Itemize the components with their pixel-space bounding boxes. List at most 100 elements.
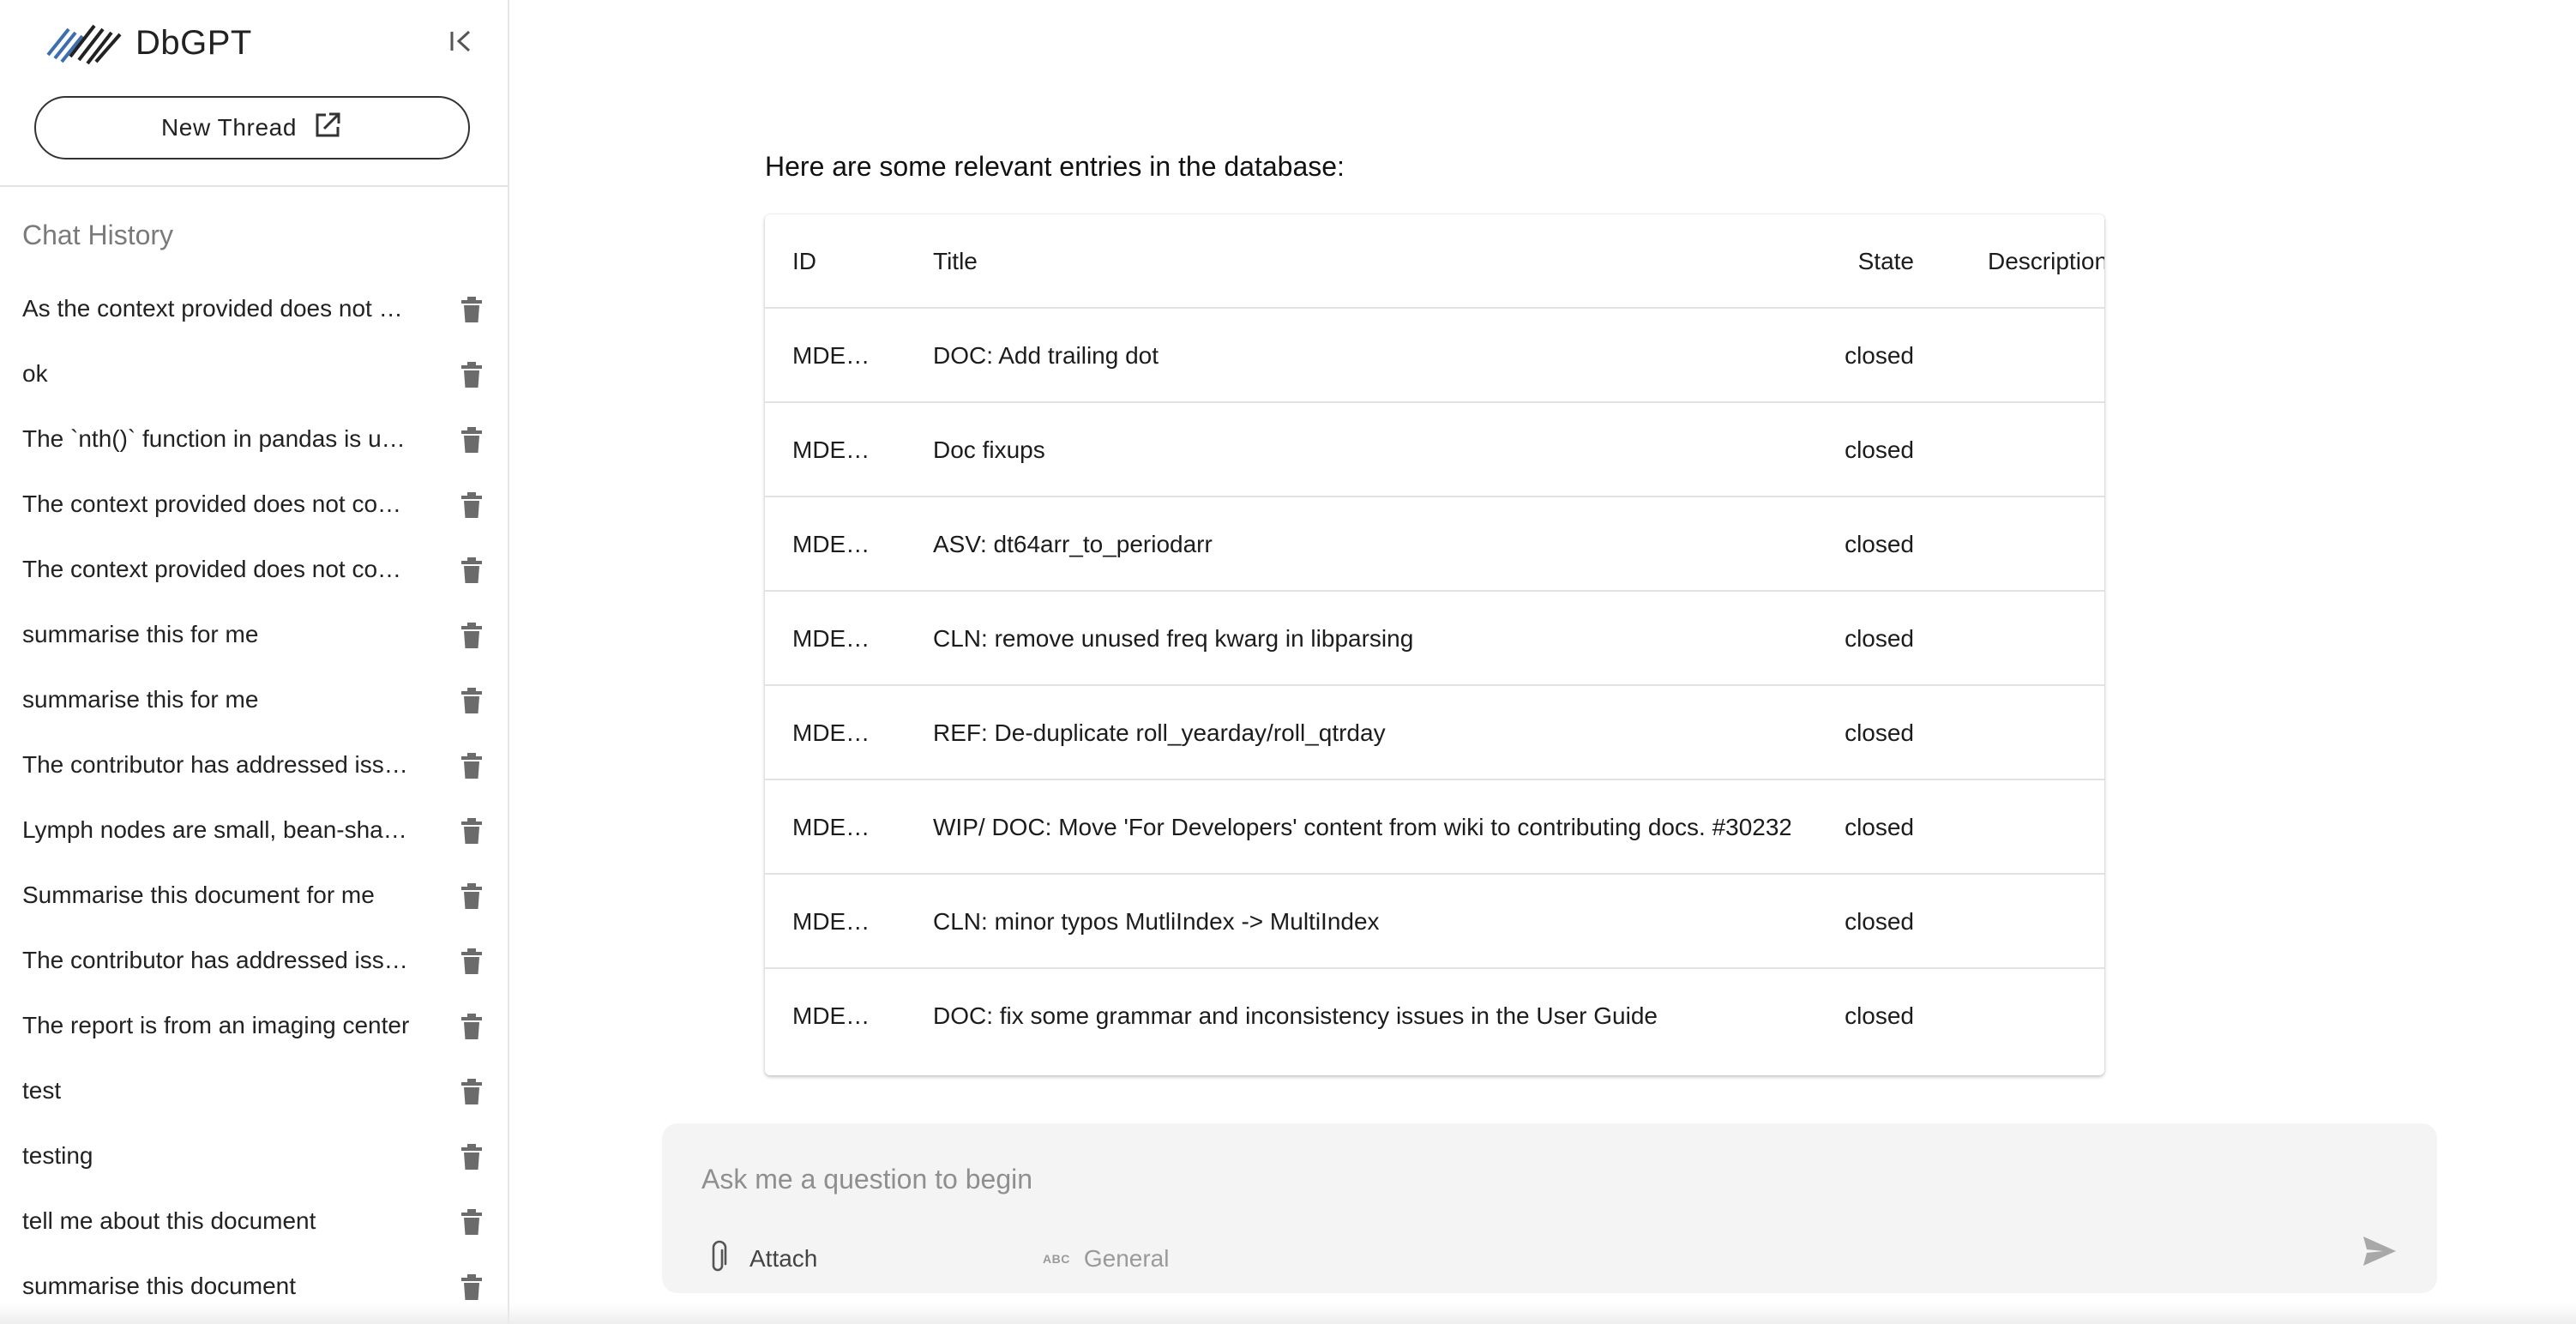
chat-history-label: Summarise this document for me: [22, 882, 375, 908]
trash-icon[interactable]: [458, 295, 485, 324]
column-header-id[interactable]: ID: [792, 214, 904, 309]
cell-state: closed: [1845, 1002, 1914, 1029]
cell-id: MDE…: [792, 436, 870, 463]
cell-state: closed: [1845, 531, 1914, 557]
trash-icon[interactable]: [458, 1077, 485, 1106]
dbgpt-logo-icon: [45, 17, 123, 69]
cell-state: closed: [1845, 814, 1914, 840]
open-in-new-icon: [297, 110, 343, 147]
cell-state: closed: [1845, 719, 1914, 746]
trash-icon[interactable]: [458, 882, 485, 911]
table-row: MDE… ASV: dt64arr_to_periodarr closed: [765, 497, 2104, 592]
cell-title: DOC: Add trailing dot: [933, 342, 1159, 369]
chat-history-item[interactable]: As the context provided does not contain: [0, 276, 508, 341]
cell-id: MDE…: [792, 719, 870, 746]
table-row: MDE… REF: De-duplicate roll_yearday/roll_…: [765, 686, 2104, 780]
chat-history-item[interactable]: Summarise this document for me: [0, 863, 508, 928]
table-row: MDE… CLN: minor typos MutliIndex -> Multi…: [765, 875, 2104, 969]
results-table: ID Title State Description MDE… DOC: Add …: [765, 214, 2104, 1075]
table-body: MDE… DOC: Add trailing dot closed MDE… Doc f…: [765, 309, 2104, 1063]
trash-icon[interactable]: [458, 556, 485, 585]
chat-composer: Attach ABC General: [662, 1123, 2437, 1293]
chat-history-label: summarise this for me: [22, 621, 259, 647]
cell-id: MDE…: [792, 625, 870, 652]
chat-history-item[interactable]: tell me about this document: [0, 1189, 508, 1254]
abc-text-icon: ABC: [1043, 1252, 1070, 1266]
brand: DbGPT: [45, 17, 252, 69]
cell-title: REF: De-duplicate roll_yearday/roll_qtrd…: [933, 719, 1386, 746]
cell-title: WIP/ DOC: Move 'For Developers' content …: [933, 814, 1791, 840]
cell-state: closed: [1845, 342, 1914, 369]
mode-label: General: [1083, 1245, 1170, 1272]
cell-state: closed: [1845, 625, 1914, 652]
trash-icon[interactable]: [458, 425, 485, 454]
trash-icon[interactable]: [458, 1012, 485, 1041]
chat-history-label: summarise this for me: [22, 686, 259, 713]
chat-history-label: summarise this document: [22, 1273, 297, 1299]
cell-id: MDE…: [792, 908, 870, 935]
cell-title: Doc fixups: [933, 436, 1045, 463]
bottom-shadow: [0, 1303, 2576, 1324]
trash-icon[interactable]: [458, 816, 485, 846]
chat-history-label: test: [22, 1077, 62, 1104]
chat-history-item[interactable]: The contributor has addressed issues: [0, 732, 508, 797]
column-header-state[interactable]: State: [1794, 214, 1914, 309]
cell-state: closed: [1845, 436, 1914, 463]
chat-history-item[interactable]: summarise this for me: [0, 667, 508, 732]
cell-id: MDE…: [792, 531, 870, 557]
trash-icon[interactable]: [458, 751, 485, 780]
chat-history-label: tell me about this document: [22, 1207, 316, 1234]
trash-icon[interactable]: [458, 947, 485, 976]
chat-history-list: As the context provided does not contain…: [0, 276, 508, 1319]
chat-history-item[interactable]: The `nth()` function in pandas is used t…: [0, 406, 508, 472]
column-header-description[interactable]: Description: [1988, 214, 2104, 309]
chat-history-item[interactable]: testing: [0, 1123, 508, 1189]
trash-icon[interactable]: [458, 686, 485, 715]
chat-history-label: The contributor has addressed issues: [22, 947, 413, 973]
cell-title: CLN: minor typos MutliIndex -> MultiInde…: [933, 908, 1380, 935]
trash-icon[interactable]: [458, 1273, 485, 1302]
chat-history-label: The `nth()` function in pandas is used t…: [22, 425, 413, 452]
trash-icon[interactable]: [458, 490, 485, 520]
collapse-sidebar-icon: [447, 27, 476, 60]
app-name: DbGPT: [135, 23, 252, 62]
sidebar-divider: [0, 185, 508, 187]
chat-history-label: As the context provided does not contain: [22, 295, 413, 322]
mode-select[interactable]: ABC General: [1043, 1240, 1169, 1278]
trash-icon[interactable]: [458, 621, 485, 650]
chat-history-item[interactable]: The context provided does not contain: [0, 472, 508, 537]
prompt-input[interactable]: [701, 1158, 2331, 1201]
new-thread-button[interactable]: New Thread: [34, 96, 470, 159]
chat-history-item[interactable]: summarise this for me: [0, 602, 508, 667]
cell-state: closed: [1845, 908, 1914, 935]
chat-history-item[interactable]: The contributor has addressed issues: [0, 928, 508, 993]
attach-button[interactable]: Attach: [707, 1240, 817, 1278]
chat-history-label: The contributor has addressed issues: [22, 751, 413, 778]
table-header-row: ID Title State Description: [765, 214, 2104, 309]
trash-icon[interactable]: [458, 1207, 485, 1237]
table-row: MDE… WIP/ DOC: Move 'For Developers' cont…: [765, 780, 2104, 875]
table-row: MDE… CLN: remove unused freq kwarg in lib…: [765, 592, 2104, 686]
sidebar: DbGPT New Thread Chat History As the con…: [0, 0, 509, 1324]
chat-history-label: testing: [22, 1142, 93, 1169]
chat-main: Here are some relevant entries in the da…: [511, 0, 2576, 1324]
chat-history-item[interactable]: test: [0, 1058, 508, 1123]
trash-icon[interactable]: [458, 1142, 485, 1171]
chat-history-item[interactable]: ok: [0, 341, 508, 406]
chat-history-label: The context provided does not contain: [22, 556, 413, 582]
table-row: MDE… DOC: fix some grammar and inconsiste…: [765, 969, 2104, 1063]
send-icon: [2361, 1232, 2398, 1274]
trash-icon[interactable]: [458, 360, 485, 389]
cell-title: CLN: remove unused freq kwarg in libpars…: [933, 625, 1414, 652]
chat-history-label: The context provided does not contain: [22, 490, 413, 517]
collapse-sidebar-button[interactable]: [441, 24, 482, 62]
send-button[interactable]: [2358, 1231, 2401, 1274]
assistant-message-text: Here are some relevant entries in the da…: [765, 151, 1345, 182]
column-header-title[interactable]: Title: [933, 214, 1791, 309]
paperclip-icon: [707, 1240, 729, 1279]
chat-history-item[interactable]: The report is from an imaging center: [0, 993, 508, 1058]
chat-history-item[interactable]: The context provided does not contain: [0, 537, 508, 602]
chat-history-item[interactable]: Lymph nodes are small, bean-shaped: [0, 797, 508, 863]
chat-history-label: The report is from an imaging center: [22, 1012, 410, 1038]
cell-title: DOC: fix some grammar and inconsistency …: [933, 1002, 1658, 1029]
